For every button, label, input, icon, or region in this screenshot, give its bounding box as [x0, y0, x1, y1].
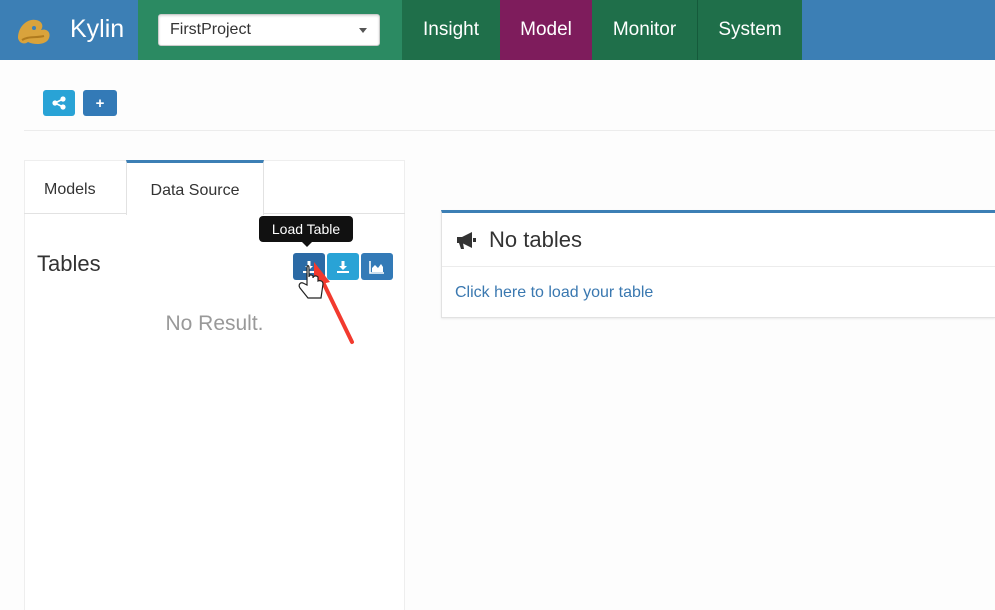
- add-button[interactable]: +: [83, 90, 117, 116]
- nav-monitor[interactable]: Monitor: [592, 0, 697, 60]
- share-nodes-icon: [52, 96, 66, 110]
- nav-insight[interactable]: Insight: [402, 0, 500, 60]
- load-table-tree-button[interactable]: [327, 253, 359, 280]
- download-icon: [303, 260, 315, 273]
- load-table-button[interactable]: [293, 253, 325, 280]
- streaming-table-button[interactable]: [361, 253, 393, 280]
- chevron-down-icon: [359, 28, 367, 33]
- download-icon: [337, 260, 349, 273]
- tab-data-source[interactable]: Data Source: [126, 160, 264, 215]
- brand[interactable]: Kylin: [0, 0, 138, 60]
- load-table-tooltip: Load Table: [259, 216, 353, 247]
- plus-icon: +: [95, 94, 105, 112]
- project-select-value: FirstProject: [170, 21, 251, 38]
- project-select[interactable]: FirstProject: [158, 14, 380, 46]
- area-chart-icon: [369, 260, 384, 274]
- no-tables-box: No tables Click here to load your table: [441, 210, 995, 318]
- tables-title: Tables: [37, 251, 101, 276]
- share-button[interactable]: [43, 90, 75, 116]
- divider: [24, 130, 995, 131]
- nav-model[interactable]: Model: [500, 0, 592, 60]
- box-title: No tables: [489, 227, 582, 252]
- project-select-wrap: FirstProject: [138, 0, 402, 60]
- no-result-text: No Result.: [165, 312, 264, 335]
- tab-models[interactable]: Models: [44, 181, 96, 199]
- load-table-link[interactable]: Click here to load your table: [455, 284, 653, 302]
- box-header: No tables: [442, 213, 995, 267]
- kylin-logo-icon: [18, 19, 50, 45]
- bullhorn-icon: [457, 232, 476, 249]
- top-navbar: Kylin FirstProject Insight Model Monitor…: [0, 0, 995, 60]
- brand-name: Kylin: [70, 15, 125, 43]
- nav-system[interactable]: System: [698, 0, 802, 60]
